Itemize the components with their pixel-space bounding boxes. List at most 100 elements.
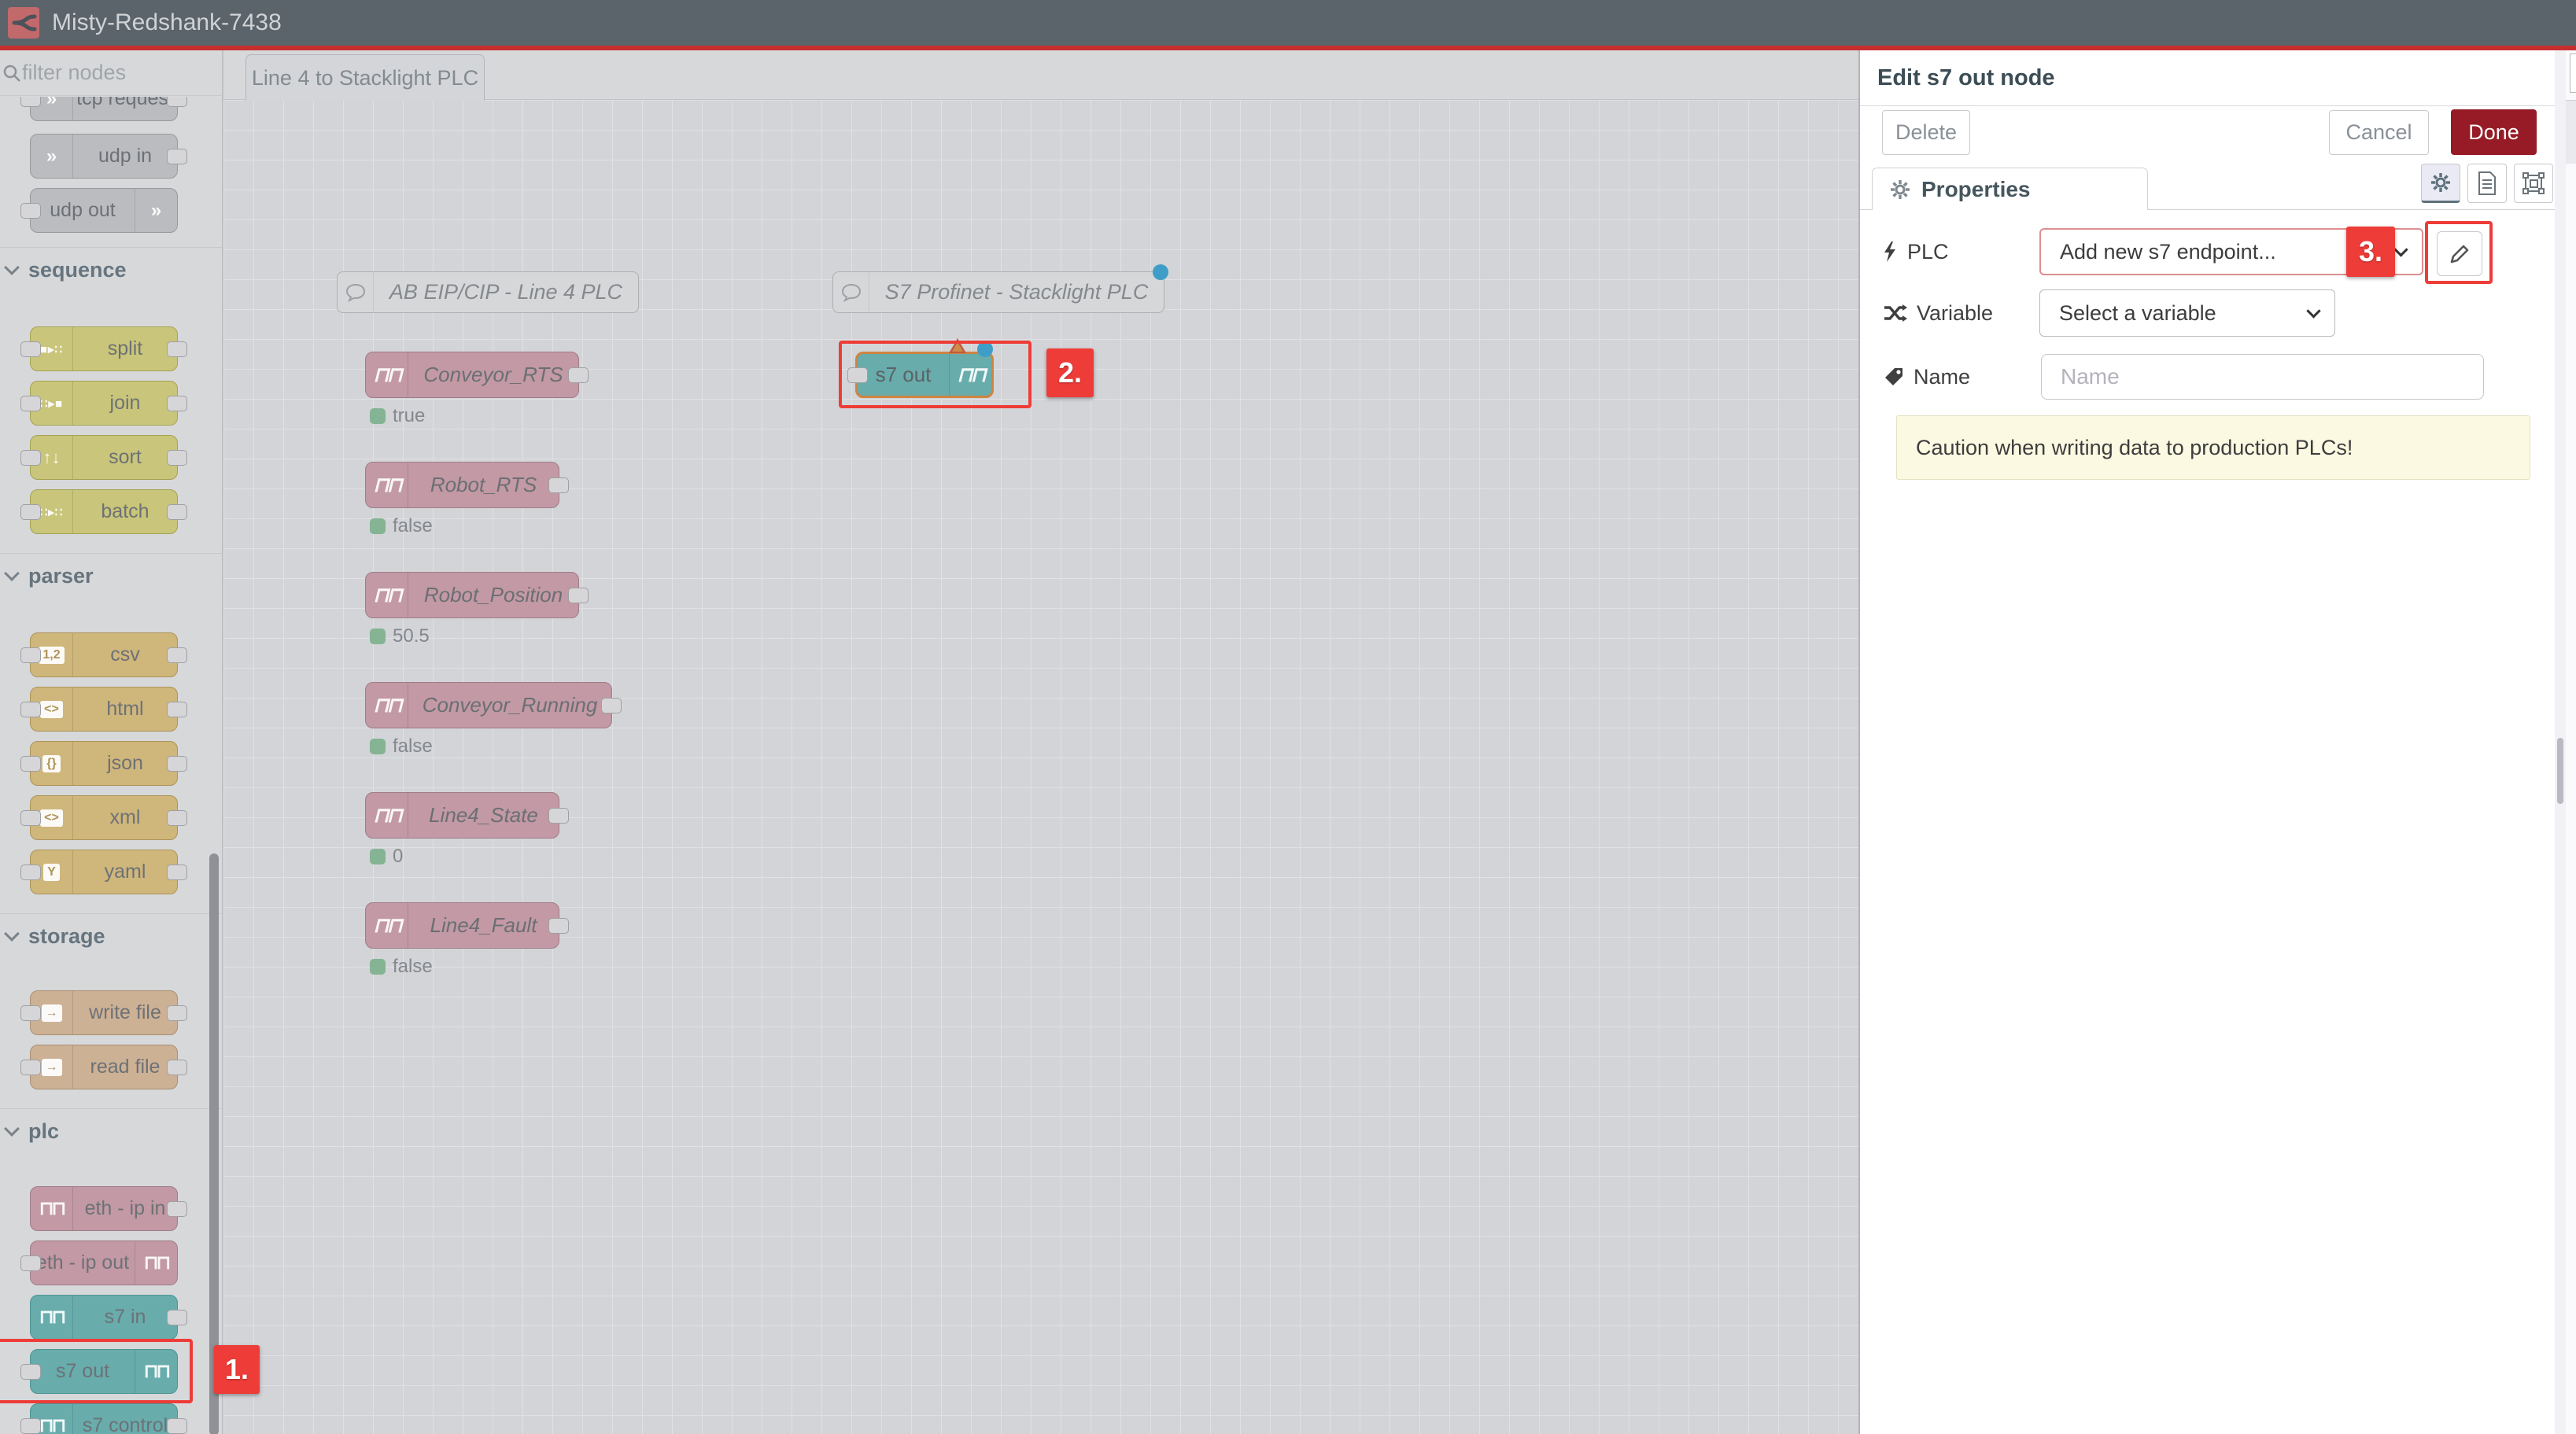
- output-port[interactable]: [167, 1201, 187, 1217]
- input-port[interactable]: [20, 647, 41, 663]
- square-wave-icon: ⊓⊓: [31, 1296, 73, 1339]
- input-port[interactable]: [20, 810, 41, 826]
- flow-node-line4-fault[interactable]: ⊓⊓ Line4_Fault false: [365, 902, 559, 949]
- output-port[interactable]: [568, 367, 589, 383]
- appearance-frame-icon: [2522, 171, 2545, 195]
- output-port[interactable]: [548, 477, 569, 493]
- workspace-tab-bar: Line 4 to Stacklight PLC: [223, 50, 1858, 100]
- output-port[interactable]: [548, 808, 569, 824]
- annotation-rect-step3: [2425, 221, 2493, 284]
- palette-node-html[interactable]: <> html: [30, 687, 178, 732]
- flow-node-conveyor-running[interactable]: ⊓⊓ Conveyor_Running false: [365, 682, 612, 728]
- input-port[interactable]: [20, 341, 41, 357]
- palette-node-batch[interactable]: ∷▸∷ batch: [30, 489, 178, 534]
- output-port[interactable]: [167, 504, 187, 520]
- section-header-plc[interactable]: plc: [0, 1109, 222, 1153]
- input-port[interactable]: [20, 1255, 41, 1271]
- name-input[interactable]: [2041, 354, 2484, 400]
- section-header-parser[interactable]: parser: [0, 554, 222, 598]
- input-port[interactable]: [20, 203, 41, 219]
- palette-node-json[interactable]: {} json: [30, 741, 178, 786]
- palette-node-read-file[interactable]: → read file: [30, 1045, 178, 1089]
- flow-node-line4-state[interactable]: ⊓⊓ Line4_State 0: [365, 792, 559, 839]
- output-port[interactable]: [167, 756, 187, 772]
- edit-tray-title: Edit s7 out node: [1877, 50, 2055, 105]
- tab-description-icon-button[interactable]: [2467, 164, 2507, 203]
- output-port[interactable]: [167, 450, 187, 466]
- output-port[interactable]: [167, 647, 187, 663]
- status-dot-icon: [370, 739, 386, 754]
- input-port[interactable]: [20, 864, 41, 880]
- tray-scrollbar-thumb[interactable]: [2557, 738, 2563, 804]
- input-port[interactable]: [20, 756, 41, 772]
- palette-node-split[interactable]: ■▸∷ split: [30, 326, 178, 371]
- output-port[interactable]: [548, 918, 569, 934]
- flow-node-conveyor-rts[interactable]: ⊓⊓ Conveyor_RTS true: [365, 352, 579, 398]
- flow-canvas[interactable]: AB EIP/CIP - Line 4 PLC S7 Profinet - St…: [223, 100, 1858, 1434]
- palette-node-yaml[interactable]: Y yaml: [30, 850, 178, 894]
- flow-node-robot-position[interactable]: ⊓⊓ Robot_Position 50.5: [365, 572, 579, 618]
- output-port[interactable]: [601, 698, 622, 713]
- palette-node-eth-ip-out[interactable]: eth - ip out ⊓⊓: [30, 1240, 178, 1285]
- section-header-sequence[interactable]: sequence: [0, 248, 222, 292]
- palette-filter-row[interactable]: [0, 50, 222, 96]
- chevron-down-icon: [2393, 242, 2408, 256]
- done-button[interactable]: Done: [2451, 109, 2537, 155]
- lightning-bolt-icon: [1882, 241, 1898, 263]
- cancel-button[interactable]: Cancel: [2329, 110, 2429, 155]
- section-header-storage[interactable]: storage: [0, 914, 222, 958]
- output-port[interactable]: [167, 97, 187, 107]
- palette-node-sort[interactable]: ↑↓ sort: [30, 435, 178, 480]
- delete-button[interactable]: Delete: [1882, 110, 1970, 155]
- input-port[interactable]: [20, 97, 41, 107]
- output-port[interactable]: [167, 149, 187, 164]
- input-port[interactable]: [20, 504, 41, 520]
- palette-node-write-file[interactable]: → write file: [30, 990, 178, 1035]
- chevron-down-icon: [4, 566, 20, 581]
- palette-node-tcp-request[interactable]: » tcp request: [30, 97, 178, 121]
- output-port[interactable]: [568, 588, 589, 603]
- output-port[interactable]: [167, 702, 187, 717]
- output-port[interactable]: [167, 1005, 187, 1021]
- palette-node-s7-control[interactable]: ⊓⊓ s7 control: [30, 1403, 178, 1434]
- tab-appearance-icon-button[interactable]: [2514, 164, 2553, 203]
- status-dot-icon: [370, 959, 386, 975]
- input-port[interactable]: [20, 1060, 41, 1075]
- palette-node-udp-out[interactable]: udp out »: [30, 188, 178, 233]
- tab-properties[interactable]: Properties: [1872, 168, 2148, 210]
- variable-select[interactable]: Select a variable: [2039, 289, 2335, 337]
- square-wave-icon: ⊓⊓: [366, 573, 408, 617]
- app-logo-icon: [8, 7, 39, 39]
- output-port[interactable]: [167, 864, 187, 880]
- palette-filter-input[interactable]: [22, 61, 203, 85]
- palette-node-join[interactable]: ∷▸■ join: [30, 381, 178, 426]
- output-port[interactable]: [167, 341, 187, 357]
- input-port[interactable]: [20, 396, 41, 411]
- comment-node-s7-profinet[interactable]: S7 Profinet - Stacklight PLC: [832, 271, 1164, 313]
- palette-node-xml[interactable]: <> xml: [30, 795, 178, 840]
- tab-properties-icon-button[interactable]: [2421, 164, 2460, 203]
- flow-node-robot-rts[interactable]: ⊓⊓ Robot_RTS false: [365, 462, 559, 508]
- input-port[interactable]: [20, 450, 41, 466]
- input-port[interactable]: [20, 1005, 41, 1021]
- gear-icon: [1890, 179, 1910, 200]
- output-port[interactable]: [167, 1060, 187, 1075]
- palette-node-list: » tcp request » udp in udp out » sequenc…: [0, 97, 222, 1434]
- palette-node-udp-in[interactable]: » udp in: [30, 134, 178, 179]
- palette-node-eth-ip-in[interactable]: ⊓⊓ eth - ip in: [30, 1186, 178, 1231]
- search-icon: [2, 63, 22, 83]
- tab-line4-to-stacklight-plc[interactable]: Line 4 to Stacklight PLC: [245, 54, 485, 101]
- node-status: 0: [370, 846, 403, 868]
- comment-node-ab-eip[interactable]: AB EIP/CIP - Line 4 PLC: [337, 271, 639, 313]
- output-port[interactable]: [167, 1418, 187, 1434]
- output-port[interactable]: [167, 396, 187, 411]
- divider: [1860, 105, 2556, 106]
- output-port[interactable]: [167, 1310, 187, 1325]
- sidebar-partial-band: [2566, 101, 2576, 164]
- name-field-label: Name: [1884, 354, 1970, 400]
- input-port[interactable]: [20, 1418, 41, 1434]
- palette-node-csv[interactable]: 1,2 csv: [30, 632, 178, 677]
- palette-node-s7-in[interactable]: ⊓⊓ s7 in: [30, 1295, 178, 1340]
- input-port[interactable]: [20, 702, 41, 717]
- output-port[interactable]: [167, 810, 187, 826]
